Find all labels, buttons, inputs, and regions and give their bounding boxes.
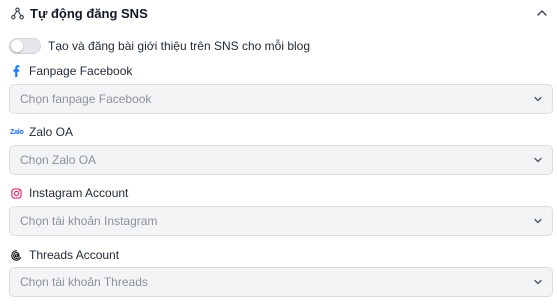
chevron-up-icon[interactable] bbox=[535, 6, 549, 20]
facebook-label: Fanpage Facebook bbox=[29, 64, 133, 78]
instagram-account-select[interactable]: Chọn tài khoản Instagram bbox=[9, 206, 553, 236]
instagram-field-label: Instagram Account bbox=[10, 185, 128, 201]
auto-post-label: Tạo và đăng bài giới thiệu trên SNS cho … bbox=[48, 39, 311, 53]
instagram-label: Instagram Account bbox=[29, 186, 129, 200]
chevron-down-icon bbox=[532, 154, 544, 166]
facebook-page-select[interactable]: Chọn fanpage Facebook bbox=[9, 84, 553, 114]
threads-account-select[interactable]: Chọn tài khoản Threads bbox=[9, 267, 553, 297]
zalo-label: Zalo OA bbox=[29, 125, 74, 139]
zalo-icon: Zalo bbox=[10, 128, 24, 136]
facebook-field-label: Fanpage Facebook bbox=[10, 63, 132, 79]
chevron-down-icon bbox=[532, 276, 544, 288]
threads-select-placeholder: Chọn tài khoản Threads bbox=[20, 275, 148, 289]
threads-icon bbox=[10, 249, 22, 261]
sns-section-header[interactable]: Tự động đăng SNS bbox=[10, 0, 557, 26]
toggle-knob bbox=[11, 40, 23, 52]
zalo-oa-select[interactable]: Chọn Zalo OA bbox=[9, 145, 553, 175]
chevron-down-icon bbox=[532, 215, 544, 227]
zalo-field-label: Zalo Zalo OA bbox=[10, 124, 73, 140]
threads-field-label: Threads Account bbox=[10, 247, 119, 263]
section-title: Tự động đăng SNS bbox=[30, 5, 148, 21]
facebook-icon bbox=[10, 65, 22, 77]
zalo-select-placeholder: Chọn Zalo OA bbox=[20, 153, 97, 167]
share-nodes-icon bbox=[10, 6, 24, 20]
auto-post-toggle-row: Tạo và đăng bài giới thiệu trên SNS cho … bbox=[9, 37, 310, 55]
instagram-icon bbox=[10, 187, 22, 199]
threads-label: Threads Account bbox=[29, 248, 120, 262]
facebook-select-placeholder: Chọn fanpage Facebook bbox=[20, 92, 152, 106]
auto-post-toggle[interactable] bbox=[9, 38, 41, 54]
chevron-down-icon bbox=[532, 93, 544, 105]
instagram-select-placeholder: Chọn tài khoản Instagram bbox=[20, 214, 158, 228]
